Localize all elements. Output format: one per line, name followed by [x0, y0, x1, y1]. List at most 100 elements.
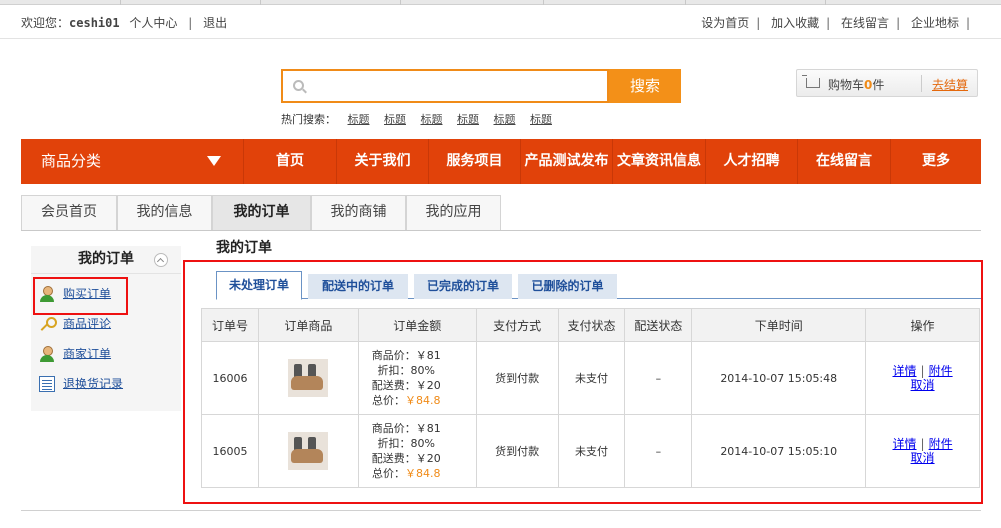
column-header: 下单时间 [691, 308, 867, 342]
tab-my-apps[interactable]: 我的应用 [406, 195, 501, 230]
detail-link[interactable]: 详情 [893, 437, 917, 451]
column-header: 支付方式 [475, 308, 559, 342]
order-product-cell [257, 414, 359, 488]
hot-keyword[interactable]: 标题 [530, 113, 552, 126]
total-value: ￥84.8 [405, 467, 441, 480]
column-header: 订单号 [201, 308, 259, 342]
total-label: 总价： [372, 394, 406, 407]
order-tabs: 未处理订单 配送中的订单 已完成的订单 已删除的订单 [216, 271, 981, 300]
nav-item-message[interactable]: 在线留言 [797, 139, 890, 184]
user-center-link[interactable]: 个人中心 [129, 16, 177, 30]
cancel-link[interactable]: 取消 [911, 378, 935, 392]
delivery-status: – [624, 414, 693, 488]
hot-searches: 热门搜索： 标题 标题 标题 标题 标题 标题 [281, 111, 552, 127]
tab-completed[interactable]: 已完成的订单 [414, 274, 512, 299]
key-icon [39, 316, 57, 332]
separator: | [188, 16, 193, 30]
checkout-link[interactable]: 去结算 [932, 76, 968, 93]
delivery-status: – [624, 341, 693, 415]
total-line: 总价：￥84.8 [359, 393, 454, 408]
tab-member-home[interactable]: 会员首页 [21, 195, 117, 230]
separator: | [920, 364, 925, 378]
hot-keyword[interactable]: 标题 [348, 113, 370, 126]
tab-shipping[interactable]: 配送中的订单 [308, 274, 408, 299]
highlight-box [33, 277, 128, 315]
dropdown-arrow-icon [207, 156, 221, 166]
table-row: 16006 商品价：￥81 折扣：80% 配送费：￥20 总价：￥84.8 货到… [201, 341, 980, 415]
shipping-line: 配送费：￥20 [371, 379, 441, 392]
search-box [281, 69, 609, 103]
total-label: 总价： [372, 467, 406, 480]
separator: | [756, 16, 761, 30]
column-header: 操作 [865, 308, 980, 342]
company-location-link[interactable]: 企业地标 [911, 16, 959, 30]
discount-line: 折扣：80% [377, 437, 435, 450]
column-header: 配送状态 [624, 308, 693, 342]
column-header: 支付状态 [557, 308, 626, 342]
total-value: ￥84.8 [405, 394, 441, 407]
nav-item-home[interactable]: 首页 [243, 139, 336, 184]
cart-unit: 件 [872, 78, 885, 92]
sidebar-title: 我的订单 [78, 251, 134, 267]
divider [21, 510, 981, 511]
user-info: 欢迎您：ceshi01 个人中心 | 退出 [21, 14, 227, 31]
nav-item-articles[interactable]: 文章资讯信息 [612, 139, 705, 184]
shipping-line: 配送费：￥20 [371, 452, 441, 465]
tab-my-orders[interactable]: 我的订单 [212, 195, 311, 230]
attachment-link[interactable]: 附件 [929, 437, 953, 451]
tab-my-shop[interactable]: 我的商铺 [311, 195, 406, 230]
payment-status: 未支付 [557, 414, 626, 488]
order-id: 16005 [201, 414, 259, 488]
nav-item-about[interactable]: 关于我们 [336, 139, 428, 184]
tab-unprocessed[interactable]: 未处理订单 [216, 271, 302, 300]
main-nav: 商品分类 首页 关于我们 服务项目 产品测试发布 文章资讯信息 人才招聘 在线留… [21, 139, 981, 184]
attachment-link[interactable]: 附件 [929, 364, 953, 378]
table-row: 16005 商品价：￥81 折扣：80% 配送费：￥20 总价：￥84.8 货到… [201, 414, 980, 488]
column-header: 订单金额 [357, 308, 477, 342]
cart-widget[interactable]: 购物车0件 去结算 [796, 69, 978, 97]
online-message-link[interactable]: 在线留言 [841, 16, 889, 30]
cancel-link[interactable]: 取消 [911, 451, 935, 465]
nav-item-services[interactable]: 服务项目 [428, 139, 520, 184]
sidebar-item-product-reviews[interactable]: 商品评论 [39, 315, 111, 335]
order-time: 2014-10-07 15:05:10 [691, 414, 867, 488]
price-line: 商品价：￥81 [371, 422, 441, 435]
price-line: 商品价：￥81 [371, 349, 441, 362]
nav-item-jobs[interactable]: 人才招聘 [705, 139, 797, 184]
logout-link[interactable]: 退出 [203, 16, 227, 30]
discount-line: 折扣：80% [377, 364, 435, 377]
nav-item-product-test[interactable]: 产品测试发布 [520, 139, 612, 184]
separator: | [920, 437, 925, 451]
hot-keyword[interactable]: 标题 [421, 113, 443, 126]
set-homepage-link[interactable]: 设为首页 [701, 16, 749, 30]
search-icon [293, 80, 304, 91]
sidebar-item-label: 退换货记录 [63, 377, 124, 391]
sidebar-item-returns[interactable]: 退换货记录 [39, 375, 123, 395]
add-favorite-link[interactable]: 加入收藏 [771, 16, 819, 30]
hot-search-label: 热门搜索： [281, 113, 336, 126]
category-label: 商品分类 [41, 152, 102, 170]
hot-keyword[interactable]: 标题 [457, 113, 479, 126]
product-thumbnail[interactable] [288, 359, 329, 397]
collapse-icon[interactable] [154, 253, 168, 267]
nav-item-more[interactable]: 更多 [890, 139, 981, 184]
hot-keyword[interactable]: 标题 [494, 113, 516, 126]
sidebar-item-merchant-orders[interactable]: 商家订单 [39, 345, 111, 365]
search-input[interactable] [313, 72, 603, 100]
category-menu[interactable]: 商品分类 [21, 139, 243, 184]
column-header: 订单商品 [257, 308, 359, 342]
detail-link[interactable]: 详情 [893, 364, 917, 378]
payment-method: 货到付款 [475, 341, 559, 415]
welcome-text: 欢迎您： [21, 16, 70, 30]
nav-items: 首页 关于我们 服务项目 产品测试发布 文章资讯信息 人才招聘 在线留言 更多 [243, 139, 981, 184]
user-icon [39, 345, 55, 362]
tab-my-info[interactable]: 我的信息 [117, 195, 212, 230]
product-thumbnail[interactable] [288, 432, 329, 470]
tab-deleted[interactable]: 已删除的订单 [518, 274, 617, 299]
separator: | [826, 16, 831, 30]
hot-keyword[interactable]: 标题 [384, 113, 406, 126]
search-button[interactable]: 搜索 [609, 69, 681, 103]
separator: | [896, 16, 901, 30]
order-actions: 详情 | 附件 取消 [865, 414, 980, 488]
top-bar: 欢迎您：ceshi01 个人中心 | 退出 设为首页 | 加入收藏 | 在线留言 | … [0, 5, 1001, 39]
